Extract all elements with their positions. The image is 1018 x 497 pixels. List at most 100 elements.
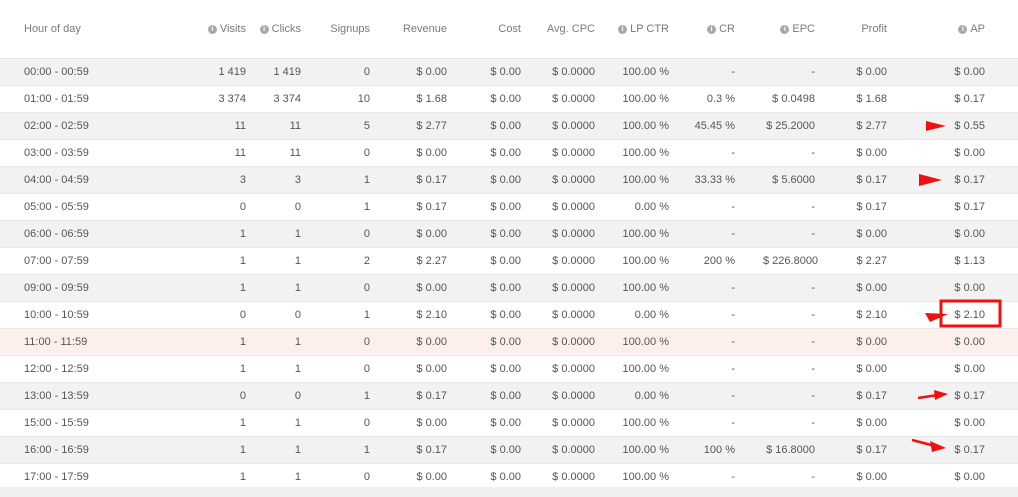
- cell-epc: $ 16.8000: [763, 436, 837, 464]
- column-header-label: Cost: [498, 23, 521, 35]
- cell-ap: $ 0.17: [911, 436, 1018, 464]
- cell-hour: 10:00 - 10:59: [0, 301, 140, 329]
- cell-visits: 0: [140, 382, 246, 410]
- cell-avg-cpc: $ 0.0000: [541, 112, 615, 140]
- table-row[interactable]: 09:00 - 09:59 1 1 0 $ 0.00 $ 0.00 $ 0.0000 100.…: [0, 274, 1018, 302]
- column-header-ap[interactable]: i AP: [911, 0, 1018, 59]
- table-row[interactable]: 04:00 - 04:59 3 3 1 $ 0.17 $ 0.00 $ 0.0000 100.…: [0, 166, 1018, 194]
- cell-epc: $ 5.6000: [763, 166, 837, 194]
- cell-cost: $ 0.00: [467, 220, 541, 248]
- cell-avg-cpc: $ 0.0000: [541, 247, 615, 275]
- cell-cost: $ 0.00: [467, 166, 541, 194]
- cell-clicks: 11: [246, 112, 319, 140]
- cell-profit: $ 0.00: [837, 328, 911, 356]
- table-row[interactable]: 16:00 - 16:59 1 1 1 $ 0.17 $ 0.00 $ 0.0000 100.…: [0, 436, 1018, 464]
- cell-clicks: 1: [246, 220, 319, 248]
- info-icon[interactable]: i: [958, 25, 968, 34]
- info-icon[interactable]: i: [207, 25, 217, 34]
- table-row[interactable]: 03:00 - 03:59 11 11 0 $ 0.00 $ 0.00 $ 0.0000 10…: [0, 139, 1018, 167]
- column-header-cost[interactable]: Cost: [467, 0, 541, 59]
- cell-cost: $ 0.00: [467, 355, 541, 383]
- horizontal-scrollbar-track[interactable]: [0, 487, 1018, 497]
- cell-cost: $ 0.00: [467, 436, 541, 464]
- cell-revenue: $ 0.00: [393, 328, 467, 356]
- cell-hour: 05:00 - 05:59: [0, 193, 140, 221]
- cell-ap: $ 0.17: [911, 382, 1018, 410]
- cell-lp-ctr: 100.00 %: [615, 58, 689, 86]
- column-header-avg-cpc[interactable]: Avg. CPC: [541, 0, 615, 59]
- cell-clicks: 1: [246, 247, 319, 275]
- cell-signups: 5: [319, 112, 393, 140]
- info-icon[interactable]: i: [707, 25, 717, 34]
- info-icon[interactable]: i: [618, 25, 628, 34]
- table-row[interactable]: 13:00 - 13:59 0 0 1 $ 0.17 $ 0.00 $ 0.0000 0.00…: [0, 382, 1018, 410]
- cell-epc: -: [763, 409, 837, 437]
- table-row[interactable]: 06:00 - 06:59 1 1 0 $ 0.00 $ 0.00 $ 0.0000 100.…: [0, 220, 1018, 248]
- cell-lp-ctr: 0.00 %: [615, 301, 689, 329]
- cell-avg-cpc: $ 0.0000: [541, 139, 615, 167]
- table-row[interactable]: 02:00 - 02:59 11 11 5 $ 2.77 $ 0.00 $ 0.0000 10…: [0, 112, 1018, 140]
- cell-hour: 15:00 - 15:59: [0, 409, 140, 437]
- cell-signups: 0: [319, 220, 393, 248]
- cell-profit: $ 0.00: [837, 139, 911, 167]
- cell-epc: -: [763, 382, 837, 410]
- table-row[interactable]: 01:00 - 01:59 3 374 3 374 10 $ 1.68 $ 0.00 $ 0…: [0, 85, 1018, 113]
- cell-visits: 1: [140, 409, 246, 437]
- column-header-signups[interactable]: Signups: [319, 0, 393, 59]
- cell-epc: $ 25.2000: [763, 112, 837, 140]
- cell-cr: 0.3 %: [689, 85, 763, 113]
- cell-signups: 0: [319, 409, 393, 437]
- info-icon[interactable]: i: [780, 25, 790, 34]
- cell-epc: -: [763, 220, 837, 248]
- table-row[interactable]: 11:00 - 11:59 1 1 0 $ 0.00 $ 0.00 $ 0.0000 100.…: [0, 328, 1018, 356]
- table-row[interactable]: 15:00 - 15:59 1 1 0 $ 0.00 $ 0.00 $ 0.0000 100.…: [0, 409, 1018, 437]
- cell-lp-ctr: 100.00 %: [615, 220, 689, 248]
- cell-epc: -: [763, 355, 837, 383]
- column-header-revenue[interactable]: Revenue: [393, 0, 467, 59]
- cell-avg-cpc: $ 0.0000: [541, 382, 615, 410]
- cell-cr: 33.33 %: [689, 166, 763, 194]
- cell-lp-ctr: 100.00 %: [615, 85, 689, 113]
- cell-clicks: 1 419: [246, 58, 319, 86]
- column-header-clicks[interactable]: i Clicks: [246, 0, 319, 59]
- cell-profit: $ 0.00: [837, 355, 911, 383]
- table-row[interactable]: 07:00 - 07:59 1 1 2 $ 2.27 $ 0.00 $ 0.0000 100.…: [0, 247, 1018, 275]
- column-header-lp-ctr[interactable]: i LP CTR: [615, 0, 689, 59]
- cell-visits: 11: [140, 112, 246, 140]
- cell-ap: $ 0.55: [911, 112, 1018, 140]
- table-row[interactable]: 05:00 - 05:59 0 0 1 $ 0.17 $ 0.00 $ 0.0000 0.00…: [0, 193, 1018, 221]
- cell-lp-ctr: 100.00 %: [615, 274, 689, 302]
- info-icon[interactable]: i: [259, 25, 269, 34]
- table-row[interactable]: 12:00 - 12:59 1 1 0 $ 0.00 $ 0.00 $ 0.0000 100.…: [0, 355, 1018, 383]
- cell-revenue: $ 2.77: [393, 112, 467, 140]
- cell-profit: $ 0.17: [837, 382, 911, 410]
- cell-cr: -: [689, 58, 763, 86]
- cell-lp-ctr: 100.00 %: [615, 247, 689, 275]
- cell-profit: $ 0.17: [837, 193, 911, 221]
- cell-ap: $ 0.17: [911, 85, 1018, 113]
- column-header-hour[interactable]: Hour of day: [0, 0, 140, 59]
- cell-lp-ctr: 0.00 %: [615, 382, 689, 410]
- cell-avg-cpc: $ 0.0000: [541, 193, 615, 221]
- cell-epc: $ 0.0498: [763, 85, 837, 113]
- cell-signups: 0: [319, 139, 393, 167]
- table-row[interactable]: 00:00 - 00:59 1 419 1 419 0 $ 0.00 $ 0.00 $ 0.…: [0, 58, 1018, 86]
- cell-profit: $ 1.68: [837, 85, 911, 113]
- cell-cr: -: [689, 382, 763, 410]
- table-row[interactable]: 10:00 - 10:59 0 0 1 $ 2.10 $ 0.00 $ 0.0000 0.00…: [0, 301, 1018, 329]
- column-header-profit[interactable]: Profit: [837, 0, 911, 59]
- cell-revenue: $ 0.00: [393, 139, 467, 167]
- cell-revenue: $ 0.17: [393, 166, 467, 194]
- cell-signups: 1: [319, 436, 393, 464]
- column-header-visits[interactable]: i Visits: [140, 0, 246, 59]
- cell-revenue: $ 0.00: [393, 58, 467, 86]
- column-header-cr[interactable]: i CR: [689, 0, 763, 59]
- cell-lp-ctr: 0.00 %: [615, 193, 689, 221]
- cell-visits: 11: [140, 139, 246, 167]
- column-header-label: CR: [719, 23, 735, 35]
- column-header-epc[interactable]: i EPC: [763, 0, 837, 59]
- cell-clicks: 1: [246, 436, 319, 464]
- cell-lp-ctr: 100.00 %: [615, 409, 689, 437]
- cell-clicks: 3: [246, 166, 319, 194]
- cell-cost: $ 0.00: [467, 247, 541, 275]
